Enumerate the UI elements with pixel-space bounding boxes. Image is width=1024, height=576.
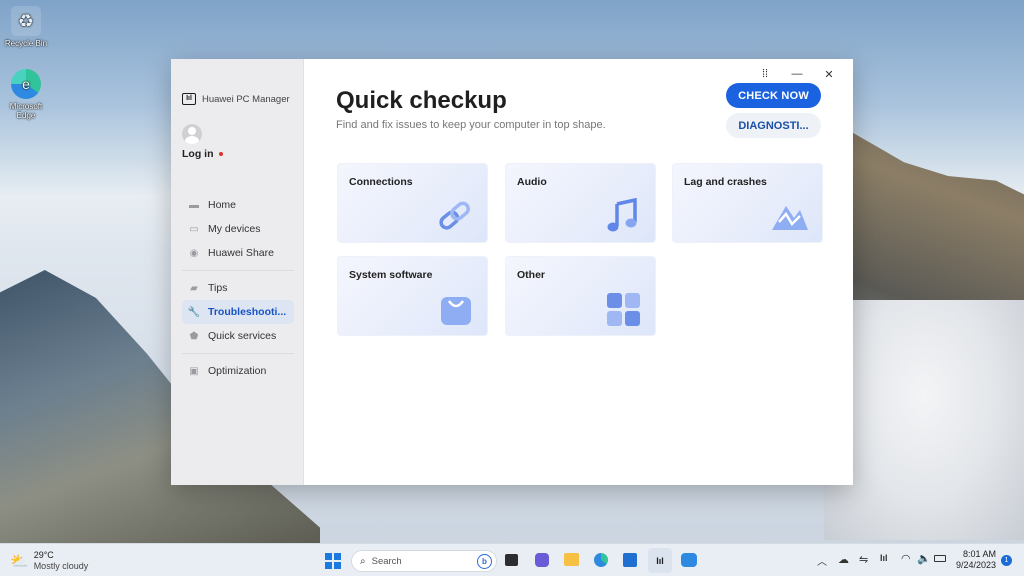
sidebar-item-quick-services[interactable]: ⬟ Quick services <box>182 324 294 348</box>
grid-icon <box>607 293 640 326</box>
sidebar: Iıl Huawei PC Manager Log in ▬ Home ▭ My… <box>171 59 304 485</box>
card-label: Lag and crashes <box>684 176 767 188</box>
login-label: Log in <box>182 148 214 160</box>
sidebar-item-label: Tips <box>208 282 228 294</box>
wallpaper-clouds <box>824 300 1024 540</box>
onedrive-icon[interactable]: ☁ <box>838 553 849 566</box>
weather-temp: 29°C <box>33 550 54 560</box>
card-label: System software <box>349 269 433 281</box>
brand-name: Huawei PC Manager <box>202 93 290 105</box>
bag-icon <box>441 297 471 325</box>
card-other[interactable]: Other <box>505 256 656 336</box>
desktop-icon-recycle-bin[interactable]: ♻ Recycle Bin <box>2 6 50 48</box>
sidebar-item-optimization[interactable]: ▣ Optimization <box>182 359 294 383</box>
clock-time: 8:01 AM <box>962 549 996 559</box>
settings-sliders-icon[interactable]: ⇋ <box>859 553 868 566</box>
store-icon[interactable] <box>623 553 637 567</box>
file-explorer-icon[interactable] <box>564 553 579 566</box>
weather-desc: Mostly cloudy <box>33 561 89 571</box>
huawei-tray-icon[interactable]: Iıl <box>880 553 888 563</box>
minimize-icon[interactable]: — <box>781 64 813 84</box>
windows-logo-icon <box>325 553 333 561</box>
diagnostics-button[interactable]: DIAGNOSTI... <box>726 113 821 138</box>
sidebar-item-tips[interactable]: ▰ Tips <box>182 276 294 300</box>
edge-taskbar-icon[interactable] <box>594 553 608 567</box>
drag-handle-icon[interactable]: ⁞⁞ <box>749 64 781 84</box>
card-label: Audio <box>517 176 547 188</box>
weather-widget[interactable]: ⛅ 29°C Mostly cloudy <box>10 550 88 572</box>
windows-start-button[interactable] <box>325 553 341 569</box>
window-controls: ⁞⁞ — ✕ <box>749 64 845 84</box>
nav-divider <box>182 353 294 354</box>
sidebar-item-label: Quick services <box>208 330 277 342</box>
sidebar-item-label: Huawei Share <box>208 247 274 259</box>
login-link[interactable]: Log in <box>182 148 223 160</box>
sidebar-item-label: My devices <box>208 223 261 235</box>
task-view-icon[interactable] <box>505 554 518 566</box>
brand: Iıl Huawei PC Manager <box>182 93 290 105</box>
clock[interactable]: 8:01 AM 9/24/2023 <box>952 549 996 571</box>
devices-icon: ▭ <box>189 223 199 235</box>
windows-logo-part <box>333 553 341 561</box>
taskbar: ⛅ 29°C Mostly cloudy ⌕ Search b Iıl ︿ ☁ … <box>0 543 1024 576</box>
windows-logo-part <box>325 561 333 569</box>
search-placeholder: Search <box>371 555 402 567</box>
desktop-icon-edge[interactable]: e Microsoft Edge <box>2 69 50 120</box>
home-icon: ▬ <box>189 199 199 211</box>
windows-logo-part <box>333 561 341 569</box>
sidebar-item-troubleshooting[interactable]: 🔧 Troubleshooti... <box>182 300 294 324</box>
page-title: Quick checkup <box>336 87 507 114</box>
close-icon[interactable]: ✕ <box>813 64 845 84</box>
chevron-up-icon[interactable]: ︿ <box>817 553 827 568</box>
desktop-icon-label: Microsoft Edge <box>9 102 43 120</box>
page-subtitle: Find and fix issues to keep your compute… <box>336 119 606 131</box>
sidebar-item-label: Optimization <box>208 365 267 377</box>
taskbar-search[interactable]: ⌕ Search b <box>351 550 497 572</box>
card-system-software[interactable]: System software <box>337 256 488 336</box>
shield-icon: ⬟ <box>189 330 199 342</box>
sidebar-item-label: Home <box>208 199 237 211</box>
cloud-app-icon[interactable] <box>681 553 697 567</box>
desktop-icon-label: Recycle Bin <box>4 39 48 48</box>
main-panel: ⁞⁞ — ✕ Quick checkup Find and fix issues… <box>304 59 853 485</box>
card-label: Other <box>517 269 546 281</box>
link-icon <box>439 201 470 230</box>
search-icon: ⌕ <box>360 555 366 567</box>
volume-icon[interactable]: 🔈 <box>917 552 931 565</box>
notification-badge[interactable]: 1 <box>1001 555 1012 566</box>
recycle-bin-icon: ♻ <box>11 6 41 36</box>
wrench-icon: 🔧 <box>187 306 201 318</box>
card-label: Connections <box>349 176 413 188</box>
notification-dot <box>218 152 223 156</box>
card-connections[interactable]: Connections <box>337 163 488 243</box>
sidebar-item-my-devices[interactable]: ▭ My devices <box>182 217 294 241</box>
mountain-chart-icon <box>772 206 808 230</box>
check-now-button[interactable]: CHECK NOW <box>726 83 821 108</box>
avatar[interactable] <box>182 124 202 144</box>
huawei-pc-manager-taskbar-icon[interactable]: Iıl <box>648 548 672 573</box>
huawei-pc-manager-logo-icon: Iıl <box>182 93 196 105</box>
edge-icon: e <box>11 69 41 99</box>
battery-icon[interactable] <box>934 555 946 562</box>
card-audio[interactable]: Audio <box>505 163 656 243</box>
app-window: Iıl Huawei PC Manager Log in ▬ Home ▭ My… <box>171 59 853 485</box>
bing-icon: b <box>477 554 492 569</box>
teams-chat-icon[interactable] <box>535 553 549 567</box>
tips-icon: ▰ <box>190 282 198 294</box>
sidebar-item-huawei-share[interactable]: ◉ Huawei Share <box>182 241 294 265</box>
clock-date: 9/24/2023 <box>955 560 996 570</box>
card-lag-and-crashes[interactable]: Lag and crashes <box>672 163 823 243</box>
cloud-sun-icon: ⛅ <box>10 553 29 570</box>
optimization-icon: ▣ <box>189 365 199 377</box>
sidebar-nav: ▬ Home ▭ My devices ◉ Huawei Share ▰ Tip… <box>182 193 294 383</box>
nav-divider <box>182 270 294 271</box>
sidebar-item-home[interactable]: ▬ Home <box>182 193 294 217</box>
wifi-icon[interactable]: ◠ <box>901 552 911 565</box>
sidebar-item-label: Troubleshooti... <box>208 306 287 318</box>
share-icon: ◉ <box>189 247 199 259</box>
music-note-icon <box>607 198 637 232</box>
